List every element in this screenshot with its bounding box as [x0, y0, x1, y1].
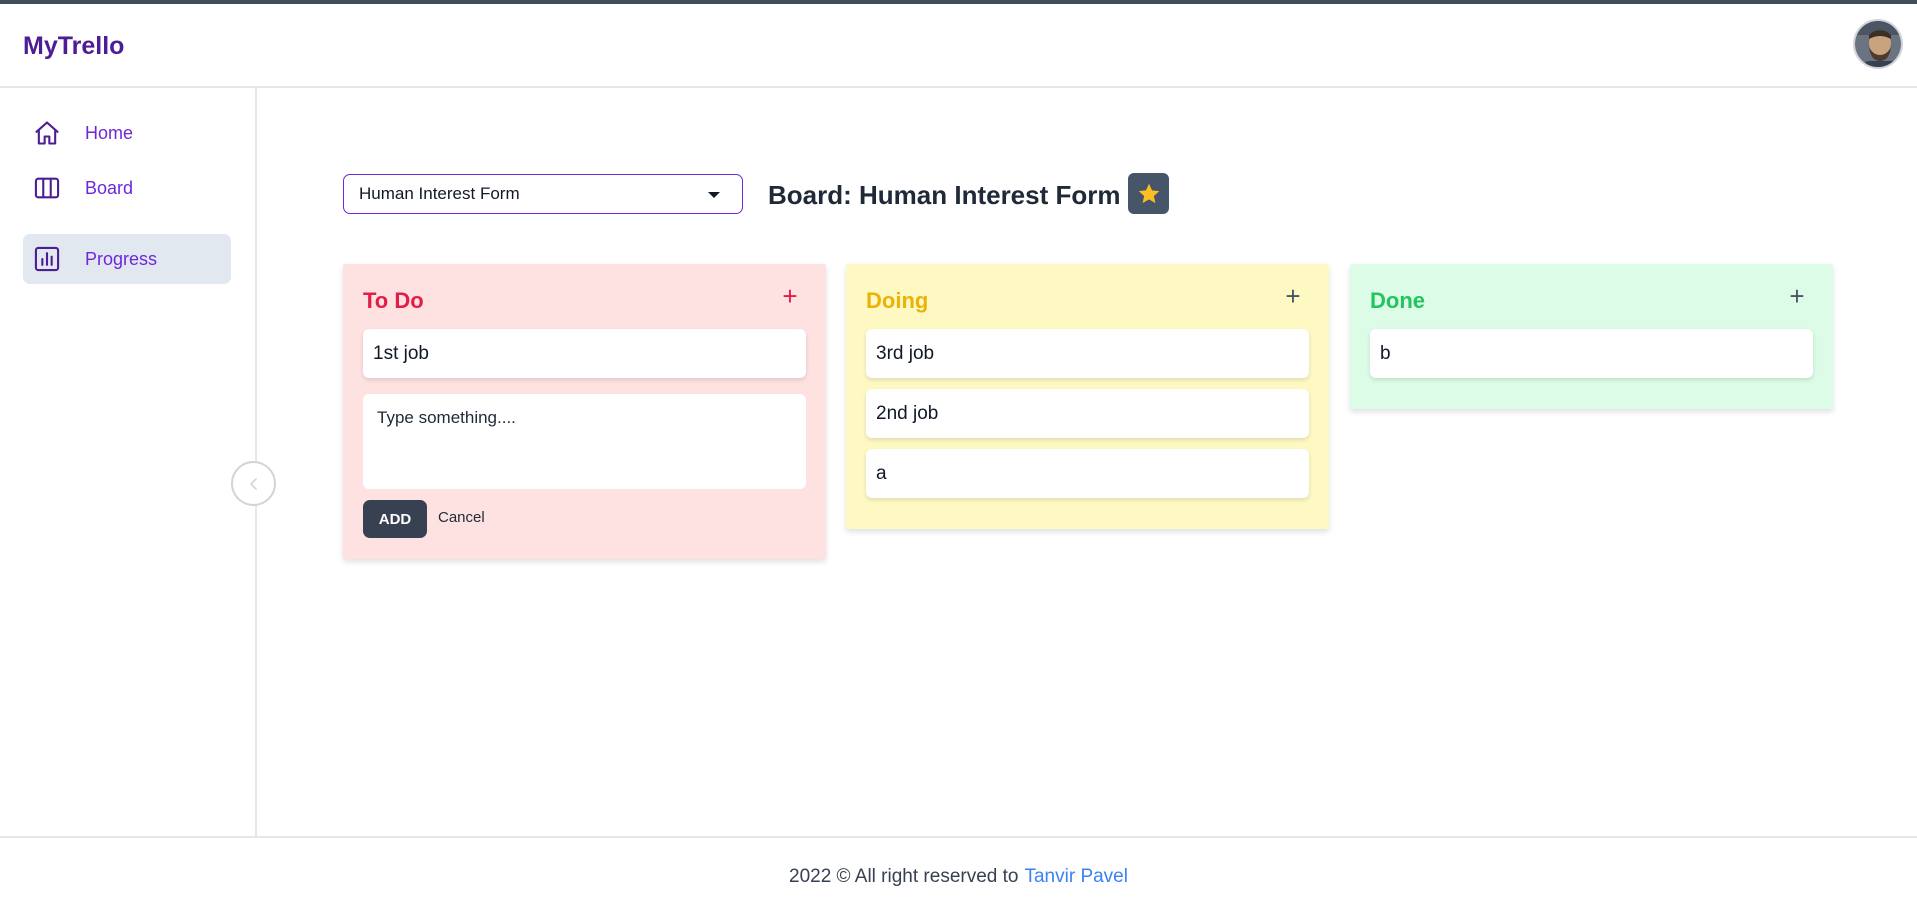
footer: 2022 © All right reserved to Tanvir Pave… [0, 836, 1917, 916]
sidebar-item-label: Board [85, 177, 134, 198]
chart-icon [33, 245, 61, 273]
card[interactable]: 2nd job [866, 389, 1309, 438]
column-todo: To Do + 1st job ADD Cancel [343, 264, 826, 559]
sidebar: Home Board Progress [0, 88, 257, 836]
caret-down-icon [708, 192, 720, 198]
card[interactable]: 3rd job [866, 329, 1309, 378]
add-button[interactable]: ADD [363, 500, 427, 538]
card[interactable]: a [866, 449, 1309, 498]
favorite-button[interactable] [1128, 173, 1169, 214]
add-card-button[interactable]: + [1281, 281, 1305, 311]
board-select[interactable]: Human Interest Form [343, 174, 743, 214]
footer-text: 2022 © All right reserved to [789, 866, 1019, 887]
column-title: Done [1370, 288, 1425, 313]
sidebar-item-home[interactable]: Home [23, 108, 231, 158]
column-doing: Doing + 3rd job 2nd job a [846, 264, 1329, 529]
plus-icon: + [1285, 281, 1301, 311]
sidebar-item-label: Home [85, 122, 134, 143]
sidebar-item-label: Progress [85, 248, 158, 269]
sidebar-item-board[interactable]: Board [23, 163, 231, 213]
sidebar-item-progress[interactable]: Progress [23, 234, 231, 284]
app-header: MyTrello [0, 4, 1917, 88]
add-card-button[interactable]: + [1785, 281, 1809, 311]
home-icon [33, 119, 61, 147]
column-title: To Do [363, 288, 424, 313]
card[interactable]: b [1370, 329, 1813, 378]
plus-icon: + [1789, 281, 1805, 311]
brand-logo[interactable]: MyTrello [23, 32, 124, 61]
new-card-input[interactable] [363, 394, 806, 489]
card[interactable]: 1st job [363, 329, 806, 378]
column-title: Doing [866, 288, 929, 313]
star-icon [1138, 183, 1159, 203]
user-avatar[interactable] [1853, 19, 1903, 69]
columns-icon [33, 174, 61, 202]
column-done: Done + b [1350, 264, 1833, 409]
board-title: Board: Human Interest Form [768, 180, 1121, 210]
board-area: Human Interest Form Board: Human Interes… [259, 88, 1917, 836]
cancel-button[interactable]: Cancel [438, 509, 485, 526]
author-link[interactable]: Tanvir Pavel [1024, 866, 1128, 888]
plus-icon: + [782, 281, 798, 311]
add-card-button[interactable]: + [778, 281, 802, 311]
board-select-value: Human Interest Form [359, 184, 520, 203]
avatar-image [1855, 21, 1901, 67]
